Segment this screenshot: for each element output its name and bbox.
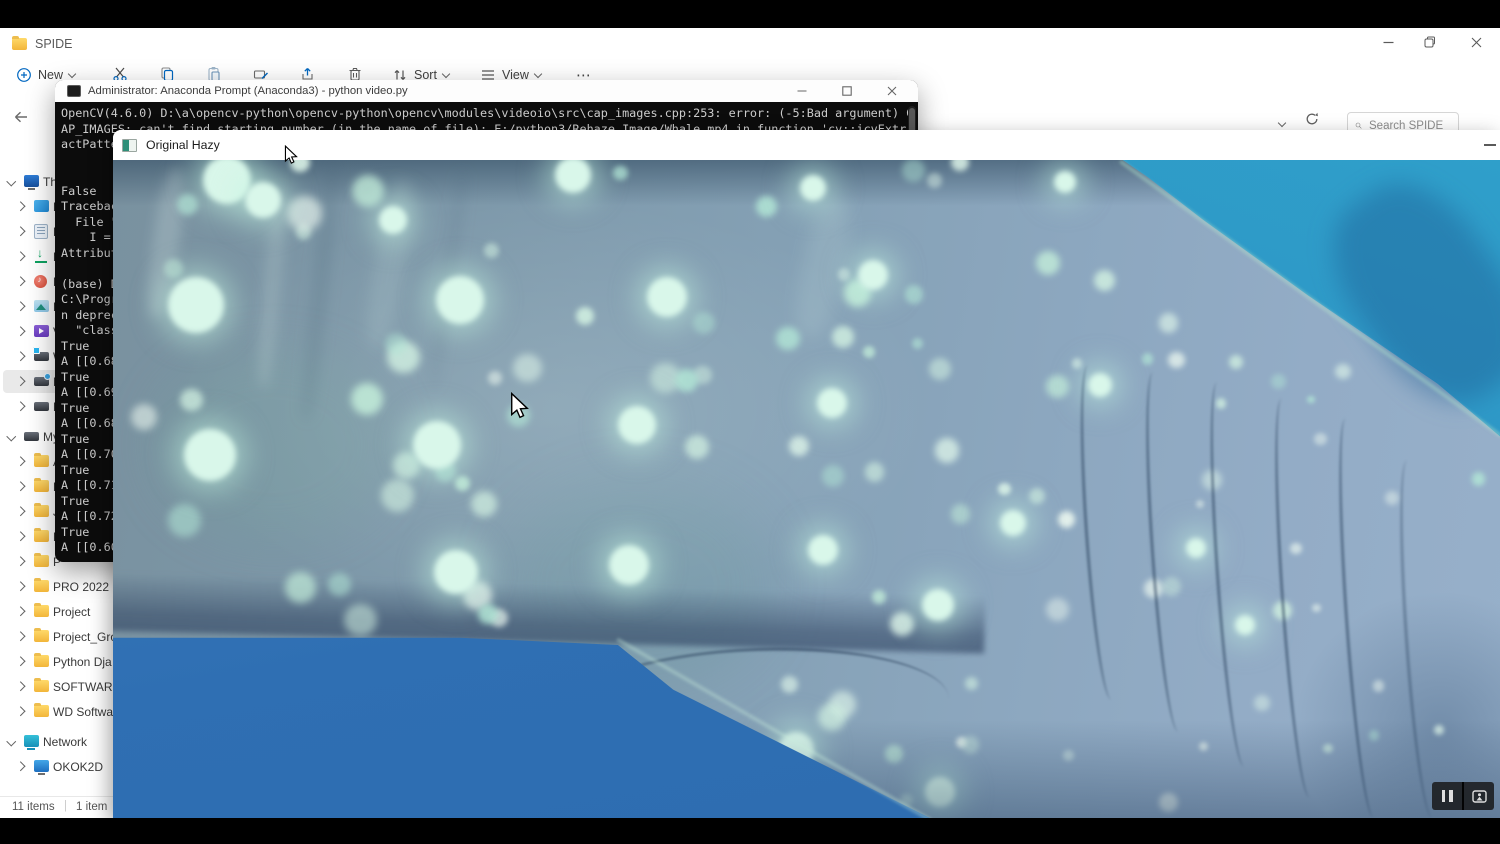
chevron-right-icon[interactable] — [16, 352, 25, 361]
folder-icon — [34, 680, 49, 692]
address-dropdown-chevron-icon[interactable] — [1278, 119, 1286, 127]
terminal-title: Administrator: Anaconda Prompt (Anaconda… — [88, 85, 408, 97]
back-arrow-icon — [12, 109, 30, 125]
mouse-cursor — [510, 392, 529, 420]
terminal-minimize-button[interactable] — [787, 80, 817, 102]
sidebar-item-label: Network — [43, 735, 87, 749]
restore-button[interactable] — [1416, 30, 1444, 54]
chevron-down-icon[interactable] — [7, 177, 16, 186]
image-window-icon — [122, 139, 137, 152]
cv-minimize-icon[interactable] — [1484, 144, 1496, 146]
plus-circle-icon — [16, 67, 32, 83]
chevron-right-icon[interactable] — [16, 607, 25, 616]
chevron-right-icon[interactable] — [16, 507, 25, 516]
disk-icon — [24, 432, 39, 441]
chevron-right-icon[interactable] — [16, 302, 25, 311]
whale-shark-video-frame — [113, 160, 1500, 818]
chevron-right-icon[interactable] — [16, 682, 25, 691]
chevron-right-icon[interactable] — [16, 632, 25, 641]
sidebar-item-label: PRO 2022 — [53, 580, 109, 594]
video-overlay-controls — [1432, 782, 1494, 810]
cv-title-bar[interactable]: Original Hazy — [113, 130, 1500, 160]
folder-icon — [34, 580, 49, 592]
opencv-original-hazy-window: Original Hazy — [113, 130, 1500, 818]
chevron-right-icon[interactable] — [16, 557, 25, 566]
minimize-button[interactable] — [1374, 30, 1402, 54]
chevron-down-icon — [68, 69, 76, 77]
folder-icon — [12, 38, 27, 50]
disk-os-icon — [34, 352, 49, 361]
terminal-maximize-button[interactable] — [832, 80, 862, 102]
chevron-down-icon — [534, 69, 542, 77]
letterbox-bottom — [0, 818, 1500, 844]
terminal-close-button[interactable] — [877, 80, 907, 102]
videos-icon — [34, 325, 49, 337]
chevron-down-icon — [442, 69, 450, 77]
chevron-right-icon[interactable] — [16, 252, 25, 261]
this-pc-icon — [24, 175, 39, 187]
network-icon — [24, 735, 39, 747]
chevron-down-icon[interactable] — [7, 737, 16, 746]
sidebar-item-label: WD Softwa — [53, 705, 113, 719]
folder-icon — [34, 530, 49, 542]
folder-icon — [34, 705, 49, 717]
documents-icon — [34, 224, 48, 239]
screen: SPIDE New — [0, 0, 1500, 844]
chevron-right-icon[interactable] — [16, 482, 25, 491]
console-icon — [67, 85, 81, 97]
sidebar-item-label: Project_Gro — [53, 630, 117, 644]
tab-label: SPIDE — [35, 37, 73, 51]
sidebar-item-label: SOFTWARE — [53, 680, 121, 694]
back-button[interactable] — [12, 109, 30, 125]
chevron-right-icon[interactable] — [16, 707, 25, 716]
pause-button[interactable] — [1432, 782, 1462, 810]
explorer-tab-spide[interactable]: SPIDE — [12, 33, 73, 55]
pause-icon — [1442, 790, 1446, 802]
folder-icon — [34, 605, 49, 617]
close-button[interactable] — [1462, 30, 1490, 54]
folder-icon — [34, 480, 49, 492]
sidebar-item-label: Python Dja — [53, 655, 112, 669]
disk-icon — [34, 402, 49, 411]
folder-icon — [34, 655, 49, 667]
disk-usb-icon — [34, 377, 49, 386]
chevron-right-icon[interactable] — [16, 657, 25, 666]
chevron-right-icon[interactable] — [16, 402, 25, 411]
cv-window-title: Original Hazy — [146, 138, 220, 152]
chevron-right-icon[interactable] — [16, 762, 25, 771]
refresh-icon — [1304, 111, 1320, 127]
chevron-right-icon[interactable] — [16, 277, 25, 286]
folder-icon — [34, 505, 49, 517]
chevron-down-icon[interactable] — [7, 432, 16, 441]
downloads-icon — [34, 250, 49, 262]
chevron-right-icon[interactable] — [16, 227, 25, 236]
pc-icon — [34, 760, 49, 772]
chevron-right-icon[interactable] — [16, 532, 25, 541]
chevron-right-icon[interactable] — [16, 582, 25, 591]
folder-icon — [34, 555, 49, 567]
mouse-cursor — [284, 145, 298, 165]
chevron-right-icon[interactable] — [16, 327, 25, 336]
status-divider: | — [64, 800, 67, 812]
picture-in-picture-button[interactable] — [1462, 782, 1494, 810]
folder-icon — [34, 455, 49, 467]
item-count: 11 items — [12, 801, 55, 813]
chevron-right-icon[interactable] — [16, 457, 25, 466]
selected-count: 1 item — [76, 801, 107, 813]
refresh-button[interactable] — [1304, 111, 1320, 127]
folder-icon — [34, 630, 49, 642]
sidebar-item-label: OKOK2D — [53, 760, 103, 774]
letterbox-top — [0, 0, 1500, 28]
desktop-icon — [34, 200, 49, 212]
chevron-right-icon[interactable] — [16, 202, 25, 211]
picture-icon — [1472, 790, 1487, 803]
music-icon — [34, 275, 47, 288]
pictures-icon — [34, 300, 49, 312]
sidebar-item-label: Project — [53, 605, 90, 619]
